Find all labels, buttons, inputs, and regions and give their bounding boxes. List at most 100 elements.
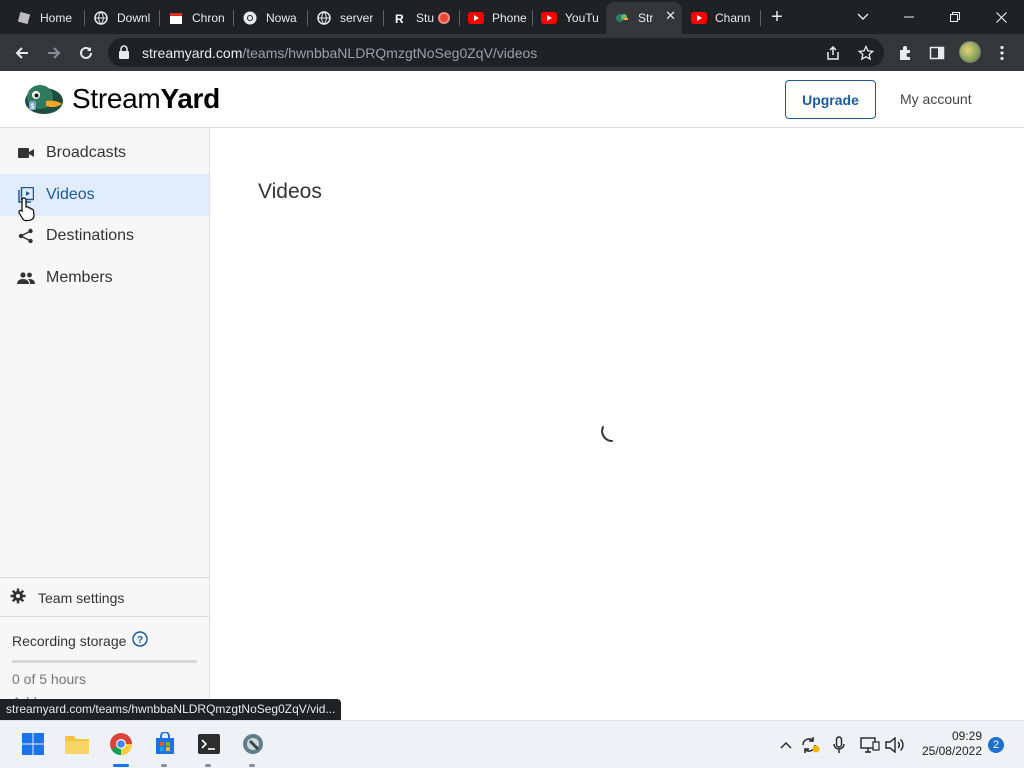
help-icon[interactable]: ? xyxy=(132,631,149,650)
profile-avatar[interactable] xyxy=(959,41,981,63)
team-settings-label: Team settings xyxy=(38,589,125,606)
globe-icon xyxy=(316,10,332,26)
sync-tray-button[interactable] xyxy=(800,735,820,755)
hand-cursor-icon xyxy=(18,197,35,222)
kebab-menu-icon xyxy=(1000,45,1004,61)
chrome-taskbar-button[interactable] xyxy=(106,729,136,759)
show-hidden-icons-button[interactable] xyxy=(776,735,796,755)
volume-tray-button[interactable] xyxy=(885,735,905,755)
forward-button[interactable] xyxy=(40,39,68,67)
browser-tab-strip: Home Downl Chron Nowa server R Stu Phone… xyxy=(0,0,1024,34)
tab-nowa[interactable]: Nowa xyxy=(234,4,306,32)
settings-app-button[interactable] xyxy=(238,729,268,759)
chrome-menu-button[interactable] xyxy=(992,43,1012,63)
tab-streamyard[interactable]: Str ✕ xyxy=(606,2,682,34)
minimize-icon xyxy=(904,16,914,18)
puzzle-icon xyxy=(900,46,910,60)
start-button[interactable] xyxy=(18,729,48,759)
system-clock[interactable]: 09:29 25/08/2022 xyxy=(914,729,982,759)
gear-icon xyxy=(10,588,26,607)
reload-button[interactable] xyxy=(72,39,100,67)
minimize-button[interactable] xyxy=(886,0,932,34)
recording-indicator-icon xyxy=(438,12,450,24)
tab-studio[interactable]: R Stu xyxy=(384,4,458,32)
url-text: streamyard.com/teams/hwnbbaNLDRQmzgtNoSe… xyxy=(142,45,537,61)
globe-icon xyxy=(93,10,109,26)
share-page-button[interactable] xyxy=(823,43,843,63)
terminal-button[interactable] xyxy=(194,729,224,759)
roblox-studio-icon: R xyxy=(392,10,408,26)
network-tray-button[interactable] xyxy=(860,735,880,755)
calendar-icon xyxy=(168,10,184,26)
store-button[interactable] xyxy=(150,729,180,759)
share-icon xyxy=(17,228,35,244)
chevron-up-icon xyxy=(780,742,792,749)
file-explorer-button[interactable] xyxy=(62,729,92,759)
video-camera-icon xyxy=(17,147,35,159)
network-icon xyxy=(860,737,880,753)
tab-search-button[interactable] xyxy=(840,0,886,34)
app-indicator xyxy=(205,764,211,767)
tab-channel[interactable]: Chann xyxy=(683,4,759,32)
close-tab-icon[interactable]: ✕ xyxy=(665,8,676,24)
streamyard-logo[interactable]: $ StreamYard xyxy=(22,81,220,117)
chrome-icon xyxy=(242,10,258,26)
close-window-button[interactable] xyxy=(978,0,1024,34)
svg-text:R: R xyxy=(395,12,404,25)
status-link-preview: streamyard.com/teams/hwnbbaNLDRQmzgtNoSe… xyxy=(0,699,342,720)
brand-name-bold: Yard xyxy=(160,83,220,114)
notification-badge[interactable]: 2 xyxy=(988,737,1004,753)
wrench-globe-icon xyxy=(243,734,263,754)
sidebar-divider xyxy=(0,577,209,578)
forward-arrow-icon xyxy=(48,47,61,59)
chrome-icon xyxy=(110,733,132,755)
tab-server[interactable]: server xyxy=(308,4,382,32)
roblox-icon xyxy=(16,10,32,26)
svg-text:?: ? xyxy=(137,635,143,646)
upgrade-button[interactable]: Upgrade xyxy=(785,80,876,119)
sidebar-item-label: Destinations xyxy=(46,227,135,244)
restore-button[interactable] xyxy=(932,0,978,34)
tab-phone[interactable]: Phone xyxy=(460,4,532,32)
sidebar-item-members[interactable]: Members xyxy=(0,257,209,299)
recording-storage: Recording storage ? xyxy=(12,631,149,650)
app-header: $ StreamYard Upgrade My account xyxy=(0,71,1024,128)
page-title: Videos xyxy=(258,180,322,203)
address-bar[interactable]: streamyard.com/teams/hwnbbaNLDRQmzgtNoSe… xyxy=(108,38,884,67)
side-panel-icon xyxy=(929,46,945,60)
loading-spinner-icon xyxy=(601,426,613,442)
app-indicator xyxy=(161,764,167,767)
tab-chron[interactable]: Chron xyxy=(160,4,232,32)
microphone-tray-button[interactable] xyxy=(829,735,849,755)
sidebar-item-label: Videos xyxy=(46,186,95,203)
reload-icon xyxy=(80,46,92,59)
folder-icon xyxy=(65,736,89,754)
app-indicator xyxy=(249,764,255,767)
extensions-button[interactable] xyxy=(896,43,916,63)
side-panel-button[interactable] xyxy=(927,43,947,63)
tab-youtube[interactable]: YouTu xyxy=(533,4,605,32)
storage-usage-text: 0 of 5 hours xyxy=(12,671,86,687)
tab-home[interactable]: Home xyxy=(8,4,84,32)
bookmark-button[interactable] xyxy=(856,43,876,63)
lock-icon xyxy=(119,45,129,59)
tab-downloads[interactable]: Downl xyxy=(85,4,159,32)
brand-name: StreamYard xyxy=(72,83,220,115)
sidebar-item-label: Broadcasts xyxy=(46,144,127,161)
brand-name-light: Stream xyxy=(72,83,161,114)
close-icon xyxy=(995,11,1007,23)
share-page-icon xyxy=(827,45,839,60)
clock-date: 25/08/2022 xyxy=(921,744,982,758)
back-button[interactable] xyxy=(8,39,36,67)
store-icon xyxy=(156,732,174,754)
youtube-icon xyxy=(541,10,557,26)
main-content: Videos xyxy=(210,128,1024,720)
new-tab-button[interactable]: + xyxy=(764,5,790,29)
svg-text:$: $ xyxy=(31,104,35,111)
recording-storage-label: Recording storage xyxy=(12,632,127,649)
sidebar-item-broadcasts[interactable]: Broadcasts xyxy=(0,132,209,174)
chevron-down-icon xyxy=(857,13,869,20)
team-settings-link[interactable]: Team settings xyxy=(10,588,124,607)
windows-logo-icon xyxy=(22,733,44,755)
my-account-link[interactable]: My account xyxy=(900,91,972,107)
